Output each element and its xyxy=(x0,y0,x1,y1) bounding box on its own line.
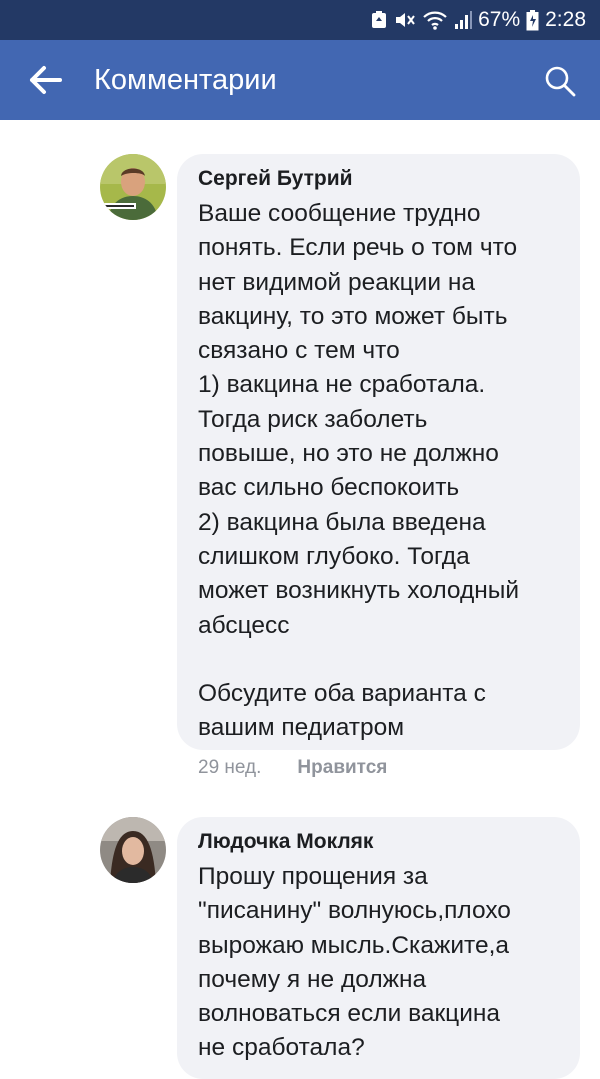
back-arrow-icon[interactable] xyxy=(28,64,64,96)
comment-line: вас сильно беспокоить xyxy=(198,474,460,502)
clock: 2:28 xyxy=(545,8,586,31)
battery-icon xyxy=(526,9,539,31)
comment-line: вырожаю мысль.Скажите,а xyxy=(198,931,510,959)
comment-line: абсцесс xyxy=(198,611,290,639)
comment-line: 1) вакцина не сработала. xyxy=(198,371,486,399)
like-button[interactable]: Нравится xyxy=(297,757,387,779)
comment-time[interactable]: 29 нед. xyxy=(198,757,261,779)
comment-line: не сработала? xyxy=(198,1034,365,1062)
comment-line: вакцину, то это может быть xyxy=(198,302,508,330)
comment-line: вашим педиатром xyxy=(198,714,405,742)
battery-percent: 67% xyxy=(478,8,521,31)
app-bar: Комментарии xyxy=(0,40,600,120)
page-title: Комментарии xyxy=(94,64,277,96)
comment-text: Прошу прощения за "писанину" волнуюсь,пл… xyxy=(198,860,560,1066)
comment-author[interactable]: Людочка Мокляк xyxy=(198,829,560,855)
comment-line: повыше, но это не должно xyxy=(198,440,499,468)
comment-text: Ваше сообщение трудно понять. Если речь … xyxy=(198,197,560,746)
comment-line: Прошу прощения за xyxy=(198,863,428,890)
comment-line: Обсудите оба варианта с xyxy=(198,680,486,708)
comment-line: Тогда риск заболеть xyxy=(198,405,428,433)
comment-line: нет видимой реакции на xyxy=(198,268,475,296)
comment-bubble: Сергей Бутрий Ваше сообщение трудно поня… xyxy=(177,154,580,750)
mute-icon xyxy=(394,10,416,30)
signal-icon xyxy=(454,10,473,30)
comment-author[interactable]: Сергей Бутрий xyxy=(198,166,560,192)
comment-meta: 29 нед. Нравится xyxy=(198,757,387,779)
comment-line xyxy=(198,643,560,677)
comment-line: 2) вакцина была введена xyxy=(198,508,486,536)
comment-line: понять. Если речь о том что xyxy=(198,234,518,262)
notification-icon xyxy=(370,10,388,30)
search-icon[interactable] xyxy=(543,64,577,98)
avatar[interactable] xyxy=(100,154,166,220)
comment-line: слишком глубоко. Тогда xyxy=(198,542,470,570)
comment-line: Ваше сообщение трудно xyxy=(198,200,481,227)
comment-line: связано с тем что xyxy=(198,337,400,365)
wifi-icon xyxy=(422,9,448,31)
comment-bubble: Людочка Мокляк Прошу прощения за "писани… xyxy=(177,817,580,1079)
comment-line: может возникнуть холодный xyxy=(198,577,520,605)
comment-line: "писанину" волнуюсь,плохо xyxy=(198,897,511,925)
status-icons: 67% 2:28 xyxy=(370,0,586,40)
status-bar: 67% 2:28 xyxy=(0,0,600,40)
avatar[interactable] xyxy=(100,817,166,883)
comment-line: почему я не должна xyxy=(198,965,427,993)
comment-line: волноваться если вакцина xyxy=(198,1000,501,1028)
